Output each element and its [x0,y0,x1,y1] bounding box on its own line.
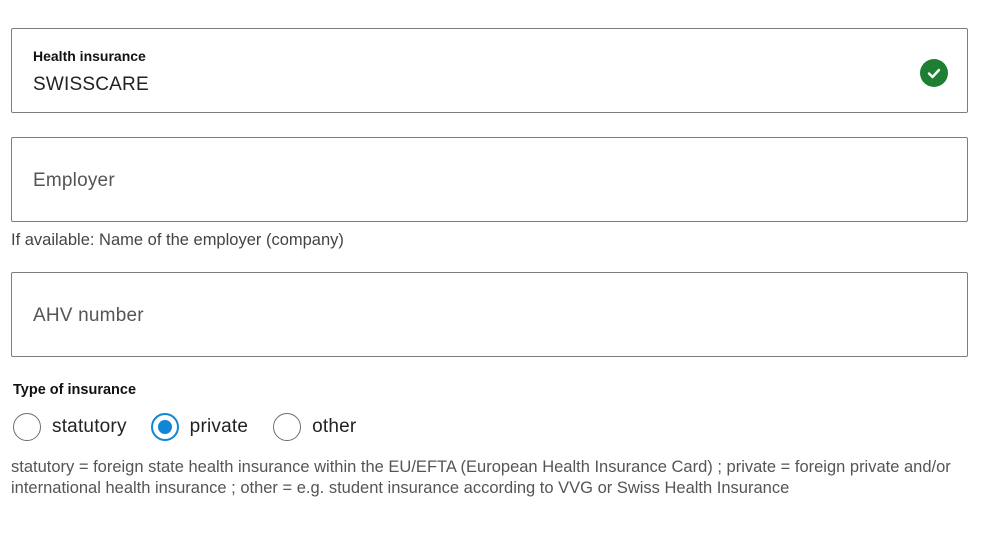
insurance-type-description: statutory = foreign state health insuran… [11,458,951,497]
employer-hint: If available: Name of the employer (comp… [11,231,344,249]
ahv-number-field[interactable]: AHV number [11,272,968,357]
ahv-number-placeholder: AHV number [33,305,144,326]
health-insurance-value[interactable]: SWISSCARE [33,74,149,96]
radio-private-circle[interactable] [150,413,179,441]
radio-other-circle[interactable] [273,413,302,441]
check-circle-icon [920,59,948,87]
health-insurance-label: Health insurance [33,48,146,64]
radio-other[interactable]: other [273,413,356,441]
radio-private-label[interactable]: private [190,416,248,438]
radio-statutory-circle[interactable] [13,413,41,441]
insurance-type-label: Type of insurance [13,382,137,398]
radio-statutory[interactable]: statutory [13,413,127,441]
employer-field[interactable]: Employer [11,137,968,222]
health-insurance-field[interactable]: Health insurance SWISSCARE [11,28,968,113]
radio-other-label[interactable]: other [312,416,356,438]
insurance-type-radio-group: statutory private other [13,411,356,443]
employer-placeholder: Employer [33,170,115,191]
radio-statutory-label[interactable]: statutory [52,416,127,438]
radio-private[interactable]: private [150,413,248,441]
